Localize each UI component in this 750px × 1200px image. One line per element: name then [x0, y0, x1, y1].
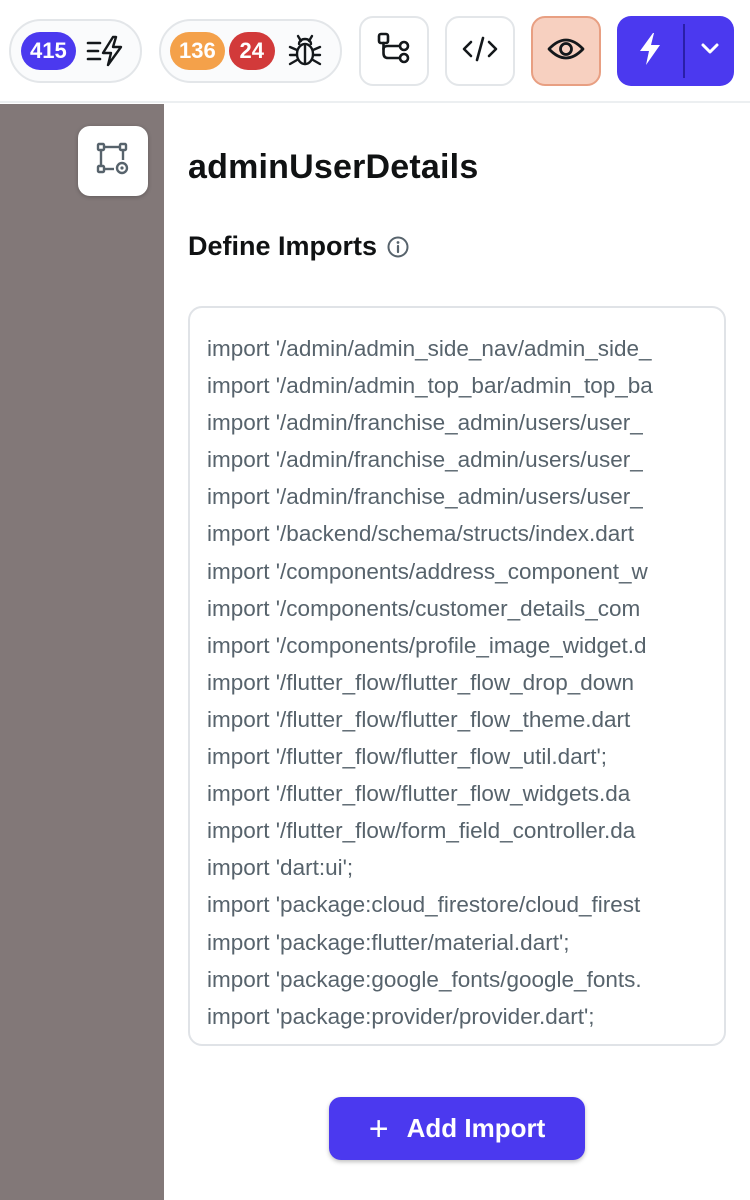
add-import-button[interactable]: + Add Import [329, 1097, 585, 1160]
flow-tree-icon [376, 31, 412, 72]
import-line: import 'package:provider/provider.dart'; [207, 1003, 595, 1029]
import-line: import '/flutter_flow/form_field_control… [207, 818, 636, 844]
import-line: import '/flutter_flow/flutter_flow_drop_… [207, 669, 635, 695]
page-title: adminUserDetails [188, 148, 479, 186]
import-line: import 'package:google_fonts/google_font… [207, 966, 642, 992]
import-line: import '/flutter_flow/flutter_flow_util.… [207, 744, 608, 770]
plus-icon: + [368, 1109, 389, 1148]
import-line: import '/flutter_flow/flutter_flow_theme… [207, 706, 631, 732]
import-line: import 'package:flutter/material.dart'; [207, 929, 570, 955]
import-line: import '/components/customer_details_com [207, 595, 641, 621]
import-line: import '/admin/admin_top_bar/admin_top_b… [207, 373, 653, 399]
imports-panel: adminUserDetails Define Imports import '… [164, 104, 750, 1200]
import-line: import '/flutter_flow/flutter_flow_widge… [207, 781, 631, 807]
code-view-button[interactable] [445, 16, 515, 86]
issues-pill[interactable]: 136 24 [159, 19, 342, 83]
custom-code-node-button[interactable] [78, 126, 148, 196]
imports-editor[interactable]: import '/admin/admin_side_nav/admin_side… [188, 306, 726, 1046]
left-rail [0, 104, 164, 1200]
run-main-button[interactable] [617, 16, 683, 86]
section-title: Define Imports [188, 231, 378, 261]
custom-code-node-icon [96, 142, 130, 181]
errors-pill[interactable]: 415 [9, 19, 142, 83]
issue-count-badge: 24 [228, 32, 275, 70]
import-line: import '/admin/franchise_admin/users/use… [207, 484, 643, 510]
error-count-badge: 415 [21, 32, 76, 70]
import-line: import '/components/profile_image_widget… [207, 632, 647, 658]
info-icon[interactable] [387, 236, 409, 258]
list-bolt-icon [86, 34, 126, 68]
warning-count-badge: 136 [170, 32, 225, 70]
chevron-down-icon [700, 42, 720, 61]
eye-icon [547, 35, 585, 68]
import-line: import '/admin/franchise_admin/users/use… [207, 447, 643, 473]
code-icon [461, 34, 499, 69]
run-menu-button[interactable] [685, 16, 734, 86]
preview-button[interactable] [531, 16, 601, 86]
import-line: import '/admin/admin_side_nav/admin_side… [207, 336, 652, 361]
imports-list: import '/admin/admin_side_nav/admin_side… [207, 330, 711, 1035]
import-line: import 'package:cloud_firestore/cloud_fi… [207, 892, 641, 918]
top-toolbar: 415 136 24 [0, 0, 750, 103]
lightning-icon [637, 32, 663, 71]
import-line: import '/admin/franchise_admin/users/use… [207, 410, 643, 436]
bug-icon [287, 33, 323, 69]
add-import-label: Add Import [406, 1113, 546, 1143]
import-line: import '/backend/schema/structs/index.da… [207, 521, 634, 547]
import-line: import 'dart:ui'; [207, 855, 354, 881]
run-button[interactable] [617, 16, 734, 86]
section-header: Define Imports [188, 231, 409, 262]
flow-tree-button[interactable] [359, 16, 429, 86]
import-line: import '/components/address_component_w [207, 558, 648, 584]
